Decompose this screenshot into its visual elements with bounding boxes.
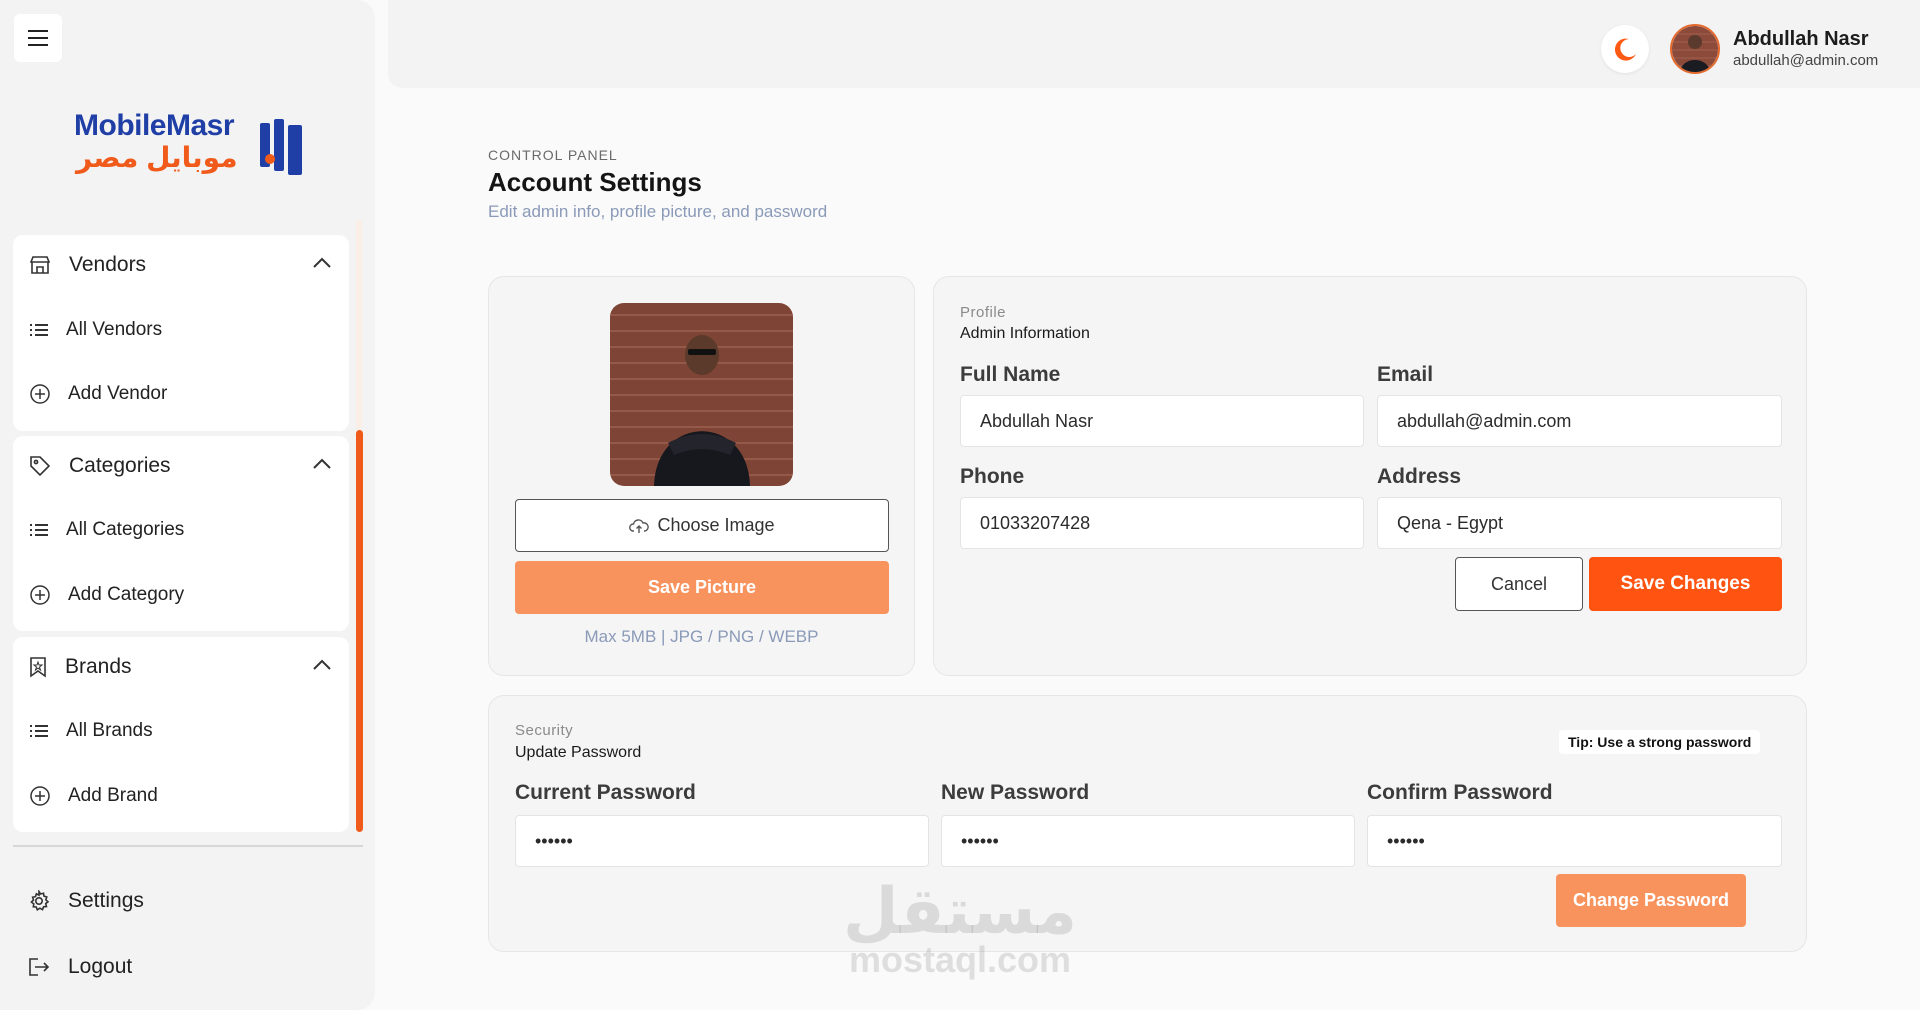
profile-photo-image (610, 303, 793, 486)
moon-icon (1614, 38, 1636, 61)
new-password-label: New Password (941, 781, 1090, 804)
nav-group-vendors: Vendors All Vendors Add Vendor (13, 235, 349, 431)
breadcrumb: CONTROL PANEL (488, 147, 618, 163)
user-avatar-image (1672, 26, 1718, 72)
sidebar-item-add-vendor[interactable]: Add Vendor (13, 369, 349, 419)
scroll-track (356, 220, 362, 430)
confirm-password-label: Confirm Password (1367, 781, 1553, 804)
nav-group-label: Vendors (69, 253, 147, 276)
sidebar-item-all-vendors[interactable]: All Vendors (13, 305, 349, 355)
user-name: Abdullah Nasr (1733, 28, 1869, 50)
user-email: abdullah@admin.com (1733, 52, 1879, 69)
section-title: Admin Information (960, 325, 1090, 342)
chevron-up-icon[interactable] (313, 458, 331, 469)
password-tip-badge: Tip: Use a strong password (1559, 730, 1761, 754)
section-kicker: Profile (960, 304, 1007, 321)
nav-group-label: Categories (69, 454, 171, 477)
section-title: Update Password (515, 744, 642, 761)
full-name-label: Full Name (960, 363, 1061, 386)
sidebar-item-label: Logout (68, 955, 133, 978)
full-name-field[interactable]: Abdullah Nasr (960, 395, 1364, 447)
address-label: Address (1377, 465, 1462, 488)
sidebar-item-logout[interactable]: Logout (28, 947, 132, 987)
nav-group-label: Brands (65, 655, 132, 678)
nav-group-brands: Brands All Brands Add Brand (13, 637, 349, 832)
sidebar-item-label: Add Brand (68, 785, 158, 806)
sidebar-item-label: Settings (68, 889, 144, 912)
nav-group-header-vendors[interactable]: Vendors (13, 235, 349, 295)
upload-hint: Max 5MB | JPG / PNG / WEBP (584, 627, 819, 646)
sidebar-item-all-brands[interactable]: All Brands (13, 706, 349, 756)
plus-circle-icon (30, 585, 50, 605)
sidebar-item-label: Add Vendor (68, 383, 168, 404)
email-label: Email (1377, 363, 1434, 386)
profile-photo (610, 303, 793, 486)
sidebar: MobileMasr موبايل مصر Vendors All Vendor… (0, 0, 375, 1010)
current-password-label: Current Password (515, 781, 696, 804)
plus-circle-icon (30, 384, 50, 404)
list-icon (30, 725, 48, 737)
phone-label: Phone (960, 465, 1025, 488)
sidebar-item-add-brand[interactable]: Add Brand (13, 771, 349, 821)
change-password-button[interactable]: Change Password (1556, 874, 1746, 927)
chevron-up-icon[interactable] (313, 257, 331, 268)
watermark-ar: مستقل (842, 875, 1078, 947)
sidebar-item-label: Add Category (68, 584, 185, 605)
scrollbar-thumb[interactable] (356, 430, 363, 832)
profile-picture-card: Choose Image Save Picture Max 5MB | JPG … (488, 276, 915, 676)
page-title: Account Settings (488, 167, 702, 197)
cancel-button[interactable]: Cancel (1455, 557, 1583, 611)
tag-icon (30, 456, 51, 477)
brand-name-en: MobileMasr (74, 109, 235, 142)
menu-toggle-button[interactable] (14, 14, 62, 62)
watermark: مستقل mostaql.com (840, 875, 1080, 980)
sidebar-item-label: All Vendors (66, 319, 163, 340)
confirm-password-field[interactable]: •••••• (1367, 815, 1782, 867)
nav-group-header-categories[interactable]: Categories (13, 436, 349, 496)
nav-group-categories: Categories All Categories Add Category (13, 436, 349, 631)
hamburger-icon (28, 30, 48, 46)
avatar[interactable] (1670, 24, 1720, 74)
save-changes-button[interactable]: Save Changes (1589, 557, 1782, 611)
page-subtitle: Edit admin info, profile picture, and pa… (488, 202, 828, 221)
choose-image-label: Choose Image (657, 515, 775, 535)
watermark-en: mostaql.com (848, 939, 1072, 980)
email-field[interactable]: abdullah@admin.com (1377, 395, 1782, 447)
sidebar-item-all-categories[interactable]: All Categories (13, 505, 349, 555)
plus-circle-icon (30, 786, 50, 806)
admin-info-card: Profile Admin Information Full Name Abdu… (933, 276, 1807, 676)
store-icon (29, 256, 51, 274)
nav-group-header-brands[interactable]: Brands (13, 637, 349, 697)
current-password-field[interactable]: •••••• (515, 815, 929, 867)
sidebar-item-label: All Brands (66, 720, 153, 741)
brand-logo[interactable]: MobileMasr موبايل مصر (72, 105, 304, 175)
cloud-upload-icon (629, 518, 650, 533)
list-icon (30, 324, 48, 336)
sidebar-item-add-category[interactable]: Add Category (13, 570, 349, 620)
theme-toggle-button[interactable] (1601, 25, 1649, 73)
brand-name-ar: موبايل مصر (76, 142, 238, 173)
address-field[interactable]: Qena - Egypt (1377, 497, 1782, 549)
sidebar-item-settings[interactable]: Settings (28, 881, 144, 921)
phone-field[interactable]: 01033207428 (960, 497, 1364, 549)
bookmark-icon (30, 657, 46, 678)
sidebar-item-label: All Categories (66, 519, 185, 540)
chevron-up-icon[interactable] (313, 659, 331, 670)
save-picture-button[interactable]: Save Picture (515, 561, 889, 614)
section-kicker: Security (515, 722, 574, 739)
gear-icon (30, 890, 50, 911)
sidebar-divider (13, 845, 363, 847)
logout-icon (29, 958, 50, 976)
brand-mark-icon (260, 119, 302, 175)
update-password-card: Security Update Password Tip: Use a stro… (488, 695, 1807, 952)
list-icon (30, 524, 48, 536)
choose-image-button[interactable]: Choose Image (515, 499, 889, 552)
new-password-field[interactable]: •••••• (941, 815, 1355, 867)
